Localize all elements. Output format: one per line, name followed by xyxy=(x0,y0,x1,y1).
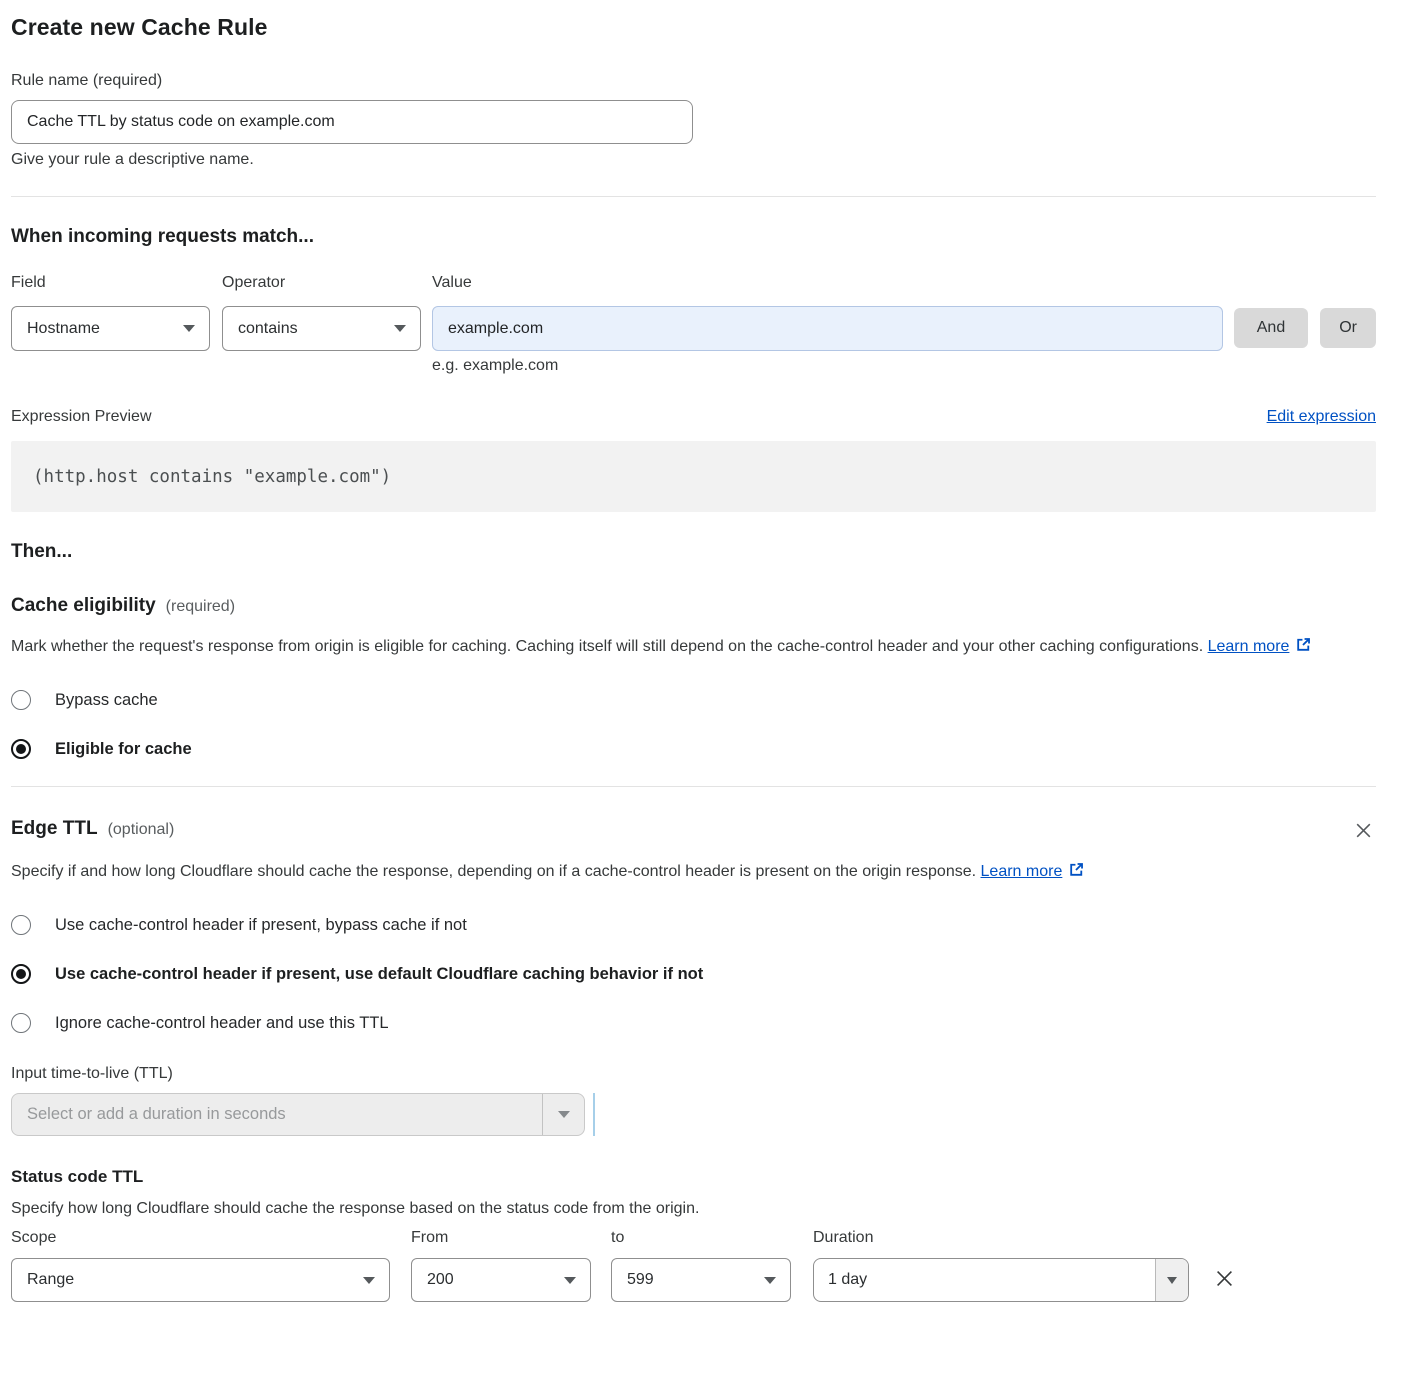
cache-eligibility-heading-row: Cache eligibility (required) xyxy=(11,595,1376,617)
delete-status-ttl-row-button[interactable] xyxy=(1211,1265,1238,1295)
or-button[interactable]: Or xyxy=(1320,308,1376,348)
expression-preview-row: Expression Preview Edit expression xyxy=(11,408,1376,426)
status-code-ttl-heading: Status code TTL xyxy=(11,1167,1376,1187)
external-link-icon xyxy=(1068,861,1085,878)
radio-checked-icon[interactable] xyxy=(11,739,31,759)
operator-select[interactable]: contains xyxy=(222,306,421,351)
edit-expression-link[interactable]: Edit expression xyxy=(1267,408,1376,426)
edge-ttl-header: Edge TTL (optional) xyxy=(11,818,1376,846)
chevron-down-icon xyxy=(564,1277,576,1284)
edge-ttl-heading: Edge TTL xyxy=(11,818,98,840)
field-select[interactable]: Hostname xyxy=(11,306,210,351)
and-button[interactable]: And xyxy=(1234,308,1308,348)
status-code-ttl-description: Specify how long Cloudflare should cache… xyxy=(11,1200,1376,1218)
radio-option-bypass-cache[interactable]: Bypass cache xyxy=(11,690,1376,710)
to-select[interactable]: 599 xyxy=(611,1258,791,1302)
learn-more-link[interactable]: Learn more xyxy=(1208,638,1290,655)
operator-label: Operator xyxy=(222,274,421,292)
rule-name-label: Rule name (required) xyxy=(11,72,1376,90)
create-cache-rule-form: Create new Cache Rule Rule name (require… xyxy=(0,0,1412,1376)
radio-icon[interactable] xyxy=(11,1013,31,1033)
learn-more-link[interactable]: Learn more xyxy=(981,863,1063,880)
chevron-down-icon xyxy=(764,1277,776,1284)
edge-ttl-description: Specify if and how long Cloudflare shoul… xyxy=(11,858,1121,886)
match-builder-row: Field Hostname Operator contains Value e… xyxy=(11,274,1376,375)
spacer xyxy=(1234,274,1376,306)
scope-select[interactable]: Range xyxy=(11,1258,390,1302)
value-input[interactable] xyxy=(432,306,1223,351)
operator-select-value: contains xyxy=(238,320,298,338)
section-divider xyxy=(11,196,1376,197)
scope-select-value: Range xyxy=(27,1271,74,1289)
radio-checked-icon[interactable] xyxy=(11,964,31,984)
ttl-input-row: Select or add a duration in seconds xyxy=(11,1093,1376,1136)
close-edge-ttl-button[interactable] xyxy=(1351,818,1376,846)
radio-option-use-header-bypass[interactable]: Use cache-control header if present, byp… xyxy=(11,915,1376,935)
ttl-input-label: Input time-to-live (TTL) xyxy=(11,1065,1376,1083)
cache-eligibility-description: Mark whether the request's response from… xyxy=(11,633,1356,661)
expression-preview-label: Expression Preview xyxy=(11,408,152,426)
from-select-value: 200 xyxy=(427,1271,454,1289)
duration-label: Duration xyxy=(813,1229,1189,1247)
ttl-duration-select[interactable]: Select or add a duration in seconds xyxy=(11,1093,585,1136)
radio-option-eligible-for-cache[interactable]: Eligible for cache xyxy=(11,739,1376,759)
ttl-select-focus-indicator xyxy=(593,1093,595,1136)
radio-option-ignore-header[interactable]: Ignore cache-control header and use this… xyxy=(11,1013,1376,1033)
radio-icon[interactable] xyxy=(11,690,31,710)
chevron-down-icon xyxy=(363,1277,375,1284)
scope-label: Scope xyxy=(11,1229,390,1247)
ttl-select-placeholder: Select or add a duration in seconds xyxy=(12,1094,542,1135)
from-select[interactable]: 200 xyxy=(411,1258,591,1302)
duration-select-value: 1 day xyxy=(814,1259,1155,1301)
duration-select[interactable]: 1 day xyxy=(813,1258,1189,1302)
rule-name-help: Give your rule a descriptive name. xyxy=(11,151,1376,169)
chevron-down-icon xyxy=(558,1111,570,1118)
to-label: to xyxy=(611,1229,791,1247)
delete-x-icon xyxy=(1213,1267,1236,1290)
chevron-down-icon xyxy=(1167,1277,1177,1284)
ttl-select-arrow[interactable] xyxy=(542,1094,584,1135)
field-select-value: Hostname xyxy=(27,320,100,338)
section-divider xyxy=(11,786,1376,787)
expression-code-block: (http.host contains "example.com") xyxy=(11,441,1376,512)
value-help: e.g. example.com xyxy=(432,357,1223,375)
rule-name-input[interactable] xyxy=(11,100,693,144)
radio-icon[interactable] xyxy=(11,915,31,935)
optional-tag: (optional) xyxy=(108,821,175,839)
to-select-value: 599 xyxy=(627,1271,654,1289)
external-link-icon xyxy=(1295,636,1312,653)
page-title: Create new Cache Rule xyxy=(11,14,1376,41)
match-heading: When incoming requests match... xyxy=(11,226,1376,248)
chevron-down-icon xyxy=(394,325,406,332)
cache-eligibility-heading: Cache eligibility xyxy=(11,595,156,617)
then-heading: Then... xyxy=(11,541,1376,563)
close-icon xyxy=(1353,820,1374,841)
chevron-down-icon xyxy=(183,325,195,332)
field-label: Field xyxy=(11,274,210,292)
value-label: Value xyxy=(432,274,1223,292)
duration-select-arrow[interactable] xyxy=(1155,1259,1188,1301)
radio-option-use-header-default[interactable]: Use cache-control header if present, use… xyxy=(11,964,1376,984)
from-label: From xyxy=(411,1229,591,1247)
status-code-ttl-row: Scope Range From 200 to 599 Duration 1 d… xyxy=(11,1229,1376,1302)
expression-code: (http.host contains "example.com") xyxy=(33,467,391,487)
required-tag: (required) xyxy=(166,598,235,616)
